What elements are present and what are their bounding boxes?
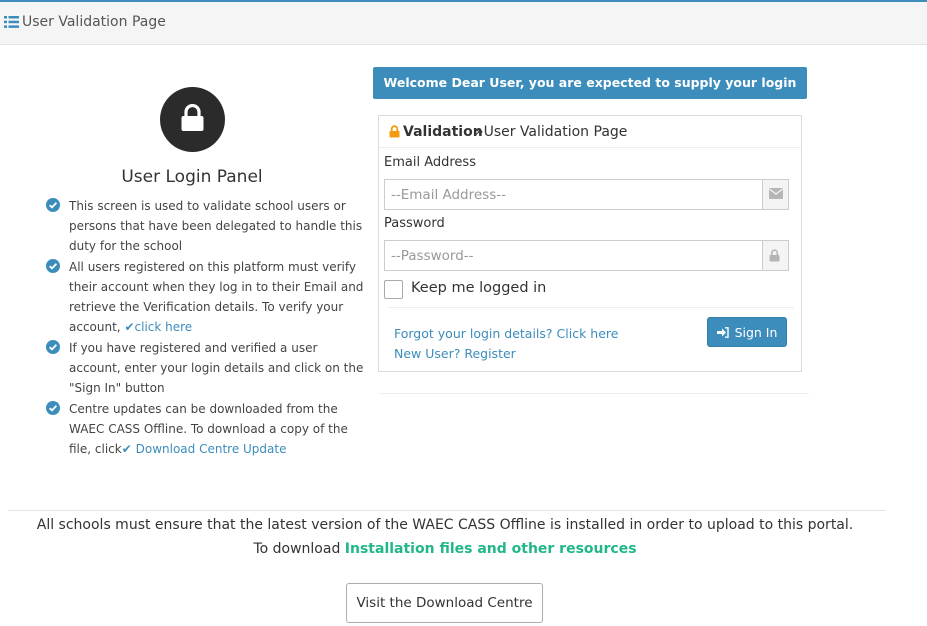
verify-account-link[interactable]: click here bbox=[135, 320, 193, 334]
check-circle-icon bbox=[46, 401, 60, 415]
install-notice: All schools must ensure that the latest … bbox=[0, 513, 890, 561]
login-form: Validation »User Validation Page Email A… bbox=[378, 115, 802, 372]
list-icon bbox=[4, 16, 19, 28]
info-item: All users registered on this platform mu… bbox=[46, 257, 366, 337]
info-text: All users registered on this platform mu… bbox=[69, 260, 364, 334]
check-icon: ✔ bbox=[121, 442, 132, 456]
breadcrumb: »User Validation Page bbox=[475, 124, 628, 140]
register-link[interactable]: New User? Register bbox=[394, 346, 516, 361]
check-icon: ✔ bbox=[124, 320, 135, 334]
email-field[interactable] bbox=[385, 180, 762, 209]
info-item: This screen is used to validate school u… bbox=[46, 196, 366, 256]
installation-files-link[interactable]: Installation files and other resources bbox=[345, 541, 637, 557]
info-text: If you have registered and verified a us… bbox=[69, 341, 364, 395]
info-text-with-link: Centre updates can be downloaded from th… bbox=[69, 399, 366, 459]
visit-download-centre-button[interactable]: Visit the Download Centre bbox=[346, 583, 543, 623]
check-circle-icon bbox=[46, 198, 60, 212]
notice-line-1: All schools must ensure that the latest … bbox=[36, 517, 854, 533]
login-panel-title: User Login Panel bbox=[121, 167, 263, 187]
lock-avatar bbox=[160, 87, 225, 152]
email-field-group bbox=[384, 179, 789, 210]
sign-in-button[interactable]: Sign In bbox=[707, 317, 787, 347]
info-item: If you have registered and verified a us… bbox=[46, 338, 366, 398]
divider bbox=[8, 510, 886, 511]
password-addon bbox=[762, 241, 788, 270]
keep-logged-in-checkbox[interactable] bbox=[384, 280, 403, 299]
page-header: User Validation Page bbox=[0, 0, 927, 45]
login-form-header: Validation »User Validation Page bbox=[379, 116, 801, 148]
email-addon bbox=[762, 180, 788, 209]
lock-icon bbox=[389, 125, 400, 138]
info-item: Centre updates can be downloaded from th… bbox=[46, 399, 366, 459]
lock-icon bbox=[181, 104, 204, 131]
password-label: Password bbox=[384, 216, 445, 231]
check-circle-icon bbox=[46, 259, 60, 273]
forgot-login-link[interactable]: Forgot your login details? Click here bbox=[394, 326, 618, 341]
divider bbox=[389, 307, 794, 308]
sign-in-label: Sign In bbox=[734, 324, 778, 340]
keep-logged-in-label[interactable]: Keep me logged in bbox=[411, 280, 546, 296]
notice-prefix: To download bbox=[253, 541, 341, 557]
info-text: This screen is used to validate school u… bbox=[69, 199, 363, 253]
password-field[interactable] bbox=[385, 241, 762, 270]
page-title: User Validation Page bbox=[22, 14, 166, 30]
divider bbox=[379, 393, 809, 394]
notice-line-2: To download Installation files and other… bbox=[0, 537, 890, 561]
lock-icon bbox=[769, 249, 780, 262]
form-heading: Validation bbox=[403, 124, 483, 140]
check-circle-icon bbox=[46, 340, 60, 354]
download-centre-update-link[interactable]: Download Centre Update bbox=[136, 442, 287, 456]
envelope-icon bbox=[769, 188, 783, 199]
info-text-with-link: All users registered on this platform mu… bbox=[69, 257, 366, 337]
welcome-banner: Welcome Dear User, you are expected to s… bbox=[373, 67, 807, 122]
password-field-group bbox=[384, 240, 789, 271]
sign-in-icon bbox=[716, 326, 729, 338]
email-label: Email Address bbox=[384, 155, 476, 170]
